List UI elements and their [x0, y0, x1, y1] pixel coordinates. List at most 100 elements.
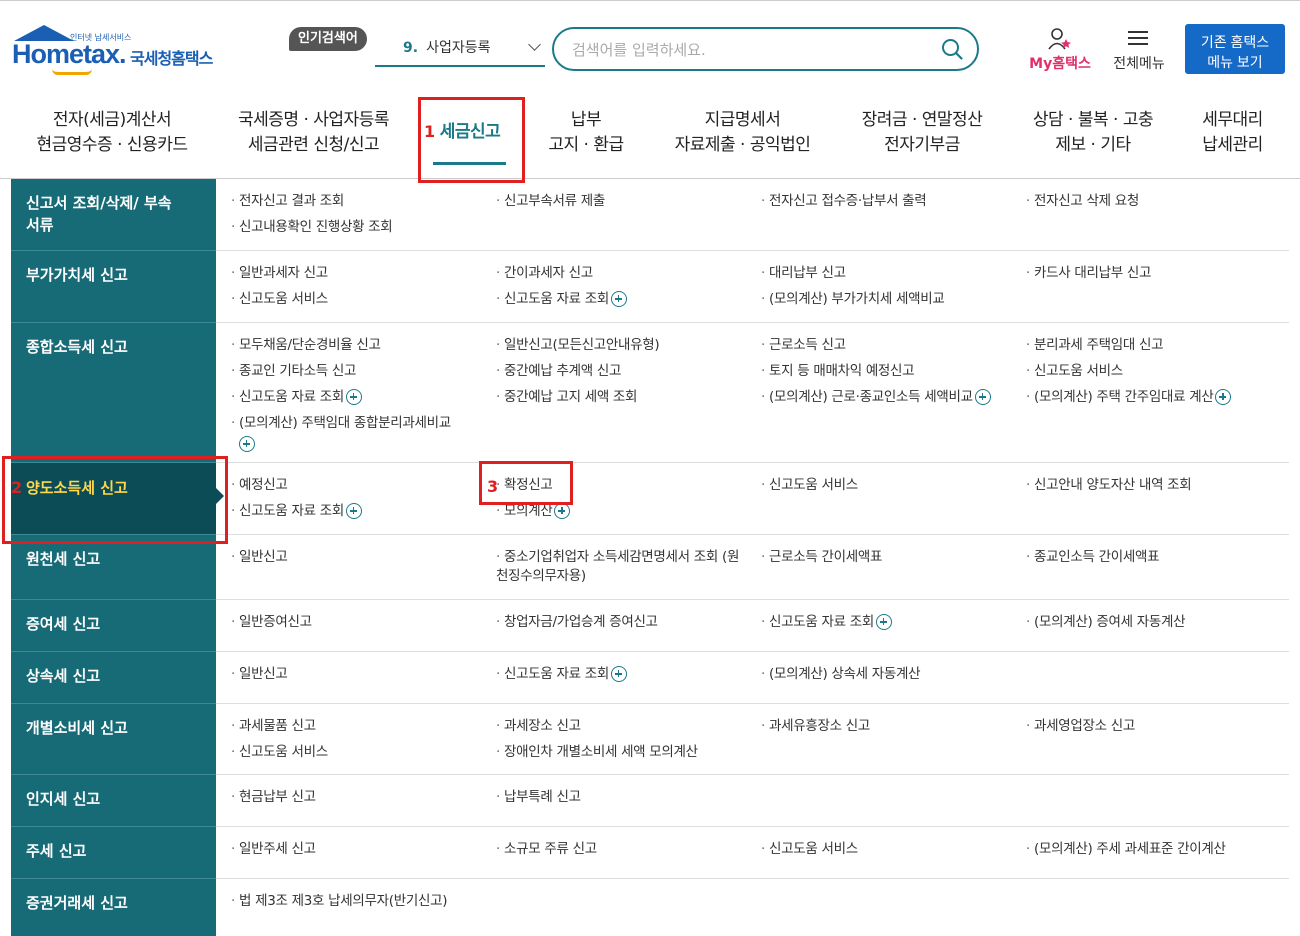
global-nav: 전자(세금)계산서 현금영수증 · 신용카드 국세증명 · 사업자등록 세금관련 신…: [0, 90, 1300, 179]
category-income-tax[interactable]: 종합소득세 신고: [11, 323, 216, 463]
list-item[interactable]: (모의계산) 부가가치세 세액비교: [761, 290, 1023, 309]
list-item[interactable]: 신고도움 서비스: [1026, 362, 1288, 381]
list-item[interactable]: (모의계산) 주택임대 종합분리과세비교: [231, 414, 493, 454]
list-item[interactable]: 일반신고: [231, 548, 493, 567]
gnb-consult[interactable]: 상담 · 불복 · 고충 제보 · 기타: [1018, 108, 1168, 158]
my-prefix: My: [1029, 56, 1053, 72]
gnb-tax-agent[interactable]: 세무대리 납세관리: [1190, 108, 1275, 158]
logo-smile-icon: [52, 69, 92, 75]
list-item[interactable]: 신고도움 서비스: [761, 476, 1023, 495]
list-item[interactable]: 신고도움 서비스: [761, 840, 1023, 859]
list-item[interactable]: 신고도움 서비스: [231, 743, 493, 762]
list-item[interactable]: 과세장소 신고: [496, 717, 758, 736]
list-item[interactable]: 신고도움 자료 조회: [231, 502, 493, 521]
logo-main: Hometax.: [12, 39, 127, 69]
list-item[interactable]: 간이과세자 신고: [496, 264, 758, 283]
list-item[interactable]: 현금납부 신고: [231, 788, 493, 807]
gnb-payment-statement[interactable]: 지급명세서 자료제출 · 공익법인: [660, 108, 825, 158]
list-item[interactable]: 중소기업취업자 소득세감면명세서 조회 (원천징수의무자용): [496, 548, 746, 586]
category-liquor-tax[interactable]: 주세 신고: [11, 827, 216, 879]
list-item[interactable]: 분리과세 주택임대 신고: [1026, 336, 1288, 355]
list-item[interactable]: 예정신고: [231, 476, 493, 495]
list-item[interactable]: 신고도움 자료 조회: [496, 665, 758, 684]
list-item[interactable]: 신고내용확인 진행상황 조회: [231, 218, 493, 237]
logo-kr: 국세청홈택스: [130, 49, 213, 68]
list-item[interactable]: 신고도움 자료 조회: [231, 388, 493, 407]
plus-circle-icon[interactable]: [610, 666, 627, 682]
list-item[interactable]: 종교인 기타소득 신고: [231, 362, 493, 381]
list-item[interactable]: 법 제3조 제3호 납세의무자(반기신고): [231, 892, 493, 911]
list-item[interactable]: 모두채움/단순경비율 신고: [231, 336, 493, 355]
list-item[interactable]: 신고안내 양도자산 내역 조회: [1026, 476, 1288, 495]
category-stamp-tax[interactable]: 인지세 신고: [11, 775, 216, 827]
list-item[interactable]: 납부특례 신고: [496, 788, 758, 807]
annotation-number-3: 3: [487, 477, 499, 496]
list-item[interactable]: 소규모 주류 신고: [496, 840, 758, 859]
list-item[interactable]: (모의계산) 근로·종교인소득 세액비교: [761, 388, 1023, 407]
list-item[interactable]: (모의계산) 증여세 자동계산: [1026, 613, 1288, 632]
list-item[interactable]: (모의계산) 주세 과세표준 간이계산: [1026, 840, 1288, 859]
list-item[interactable]: 신고도움 서비스: [231, 290, 493, 309]
search-input[interactable]: [572, 39, 932, 61]
category-return-inquiry[interactable]: 신고서 조회/삭제/ 부속서류: [11, 179, 216, 251]
old-hometax-menu-button[interactable]: 기존 홈택스 메뉴 보기: [1185, 24, 1285, 74]
list-item[interactable]: (모의계산) 주택 간주임대료 계산: [1026, 388, 1288, 407]
chevron-down-icon: [528, 38, 541, 51]
plus-circle-icon[interactable]: [554, 503, 571, 519]
list-item[interactable]: 신고도움 자료 조회: [496, 290, 758, 309]
submenu-row-stamp-tax: 인지세 신고 현금납부 신고 납부특례 신고: [11, 775, 1289, 827]
gnb-certificate[interactable]: 국세증명 · 사업자등록 세금관련 신청/신고: [226, 108, 401, 158]
list-item[interactable]: 중간예납 추계액 신고: [496, 362, 758, 381]
submenu-row-withholding: 원천세 신고 일반신고 중소기업취업자 소득세감면명세서 조회 (원천징수의무자…: [11, 535, 1289, 600]
category-vat[interactable]: 부가가치세 신고: [11, 251, 216, 323]
list-item[interactable]: 중간예납 고지 세액 조회: [496, 388, 758, 407]
submenu-panel: 신고서 조회/삭제/ 부속서류 전자신고 결과 조회 신고부속서류 제출 전자신…: [11, 179, 1289, 936]
gnb-incentive[interactable]: 장려금 · 연말정산 전자기부금: [847, 108, 997, 158]
list-item[interactable]: 토지 등 매매차익 예정신고: [761, 362, 1023, 381]
list-item[interactable]: 과세유흥장소 신고: [761, 717, 1023, 736]
list-item[interactable]: (모의계산) 상속세 자동계산: [761, 665, 1023, 684]
plus-circle-icon[interactable]: [875, 614, 892, 630]
hometax-logo[interactable]: 인터넷 납세서비스 Hometax. 국세청홈택스: [12, 25, 232, 77]
plus-circle-icon[interactable]: [345, 503, 362, 519]
list-item[interactable]: 과세영업장소 신고: [1026, 717, 1288, 736]
list-item[interactable]: 신고부속서류 제출: [496, 192, 758, 211]
hamburger-icon: [1128, 31, 1148, 45]
popular-search-select[interactable]: 9. 사업자등록: [375, 35, 545, 67]
gnb-payment[interactable]: 납부 고지 · 환급: [536, 108, 636, 158]
category-gift-tax[interactable]: 증여세 신고: [11, 600, 216, 652]
plus-circle-icon[interactable]: [610, 291, 627, 307]
gnb-e-invoice[interactable]: 전자(세금)계산서 현금영수증 · 신용카드: [22, 108, 202, 158]
list-item[interactable]: 일반과세자 신고: [231, 264, 493, 283]
category-excise-tax[interactable]: 개별소비세 신고: [11, 704, 216, 775]
list-item[interactable]: 전자신고 삭제 요청: [1026, 192, 1288, 211]
list-item[interactable]: 근로소득 간이세액표: [761, 548, 1023, 567]
search-icon[interactable]: [941, 38, 963, 60]
list-item[interactable]: 전자신고 결과 조회: [231, 192, 493, 211]
list-item[interactable]: 일반신고(모든신고안내유형): [496, 336, 758, 355]
list-item[interactable]: 일반주세 신고: [231, 840, 493, 859]
all-menu-button[interactable]: 전체메뉴: [1106, 27, 1172, 77]
list-item[interactable]: 일반신고: [231, 665, 493, 684]
category-securities-tax[interactable]: 증권거래세 신고: [11, 879, 216, 936]
list-item[interactable]: 창업자금/가업승계 증여신고: [496, 613, 758, 632]
plus-circle-icon[interactable]: [974, 389, 991, 405]
list-item[interactable]: 카드사 대리납부 신고: [1026, 264, 1288, 283]
list-item[interactable]: 대리납부 신고: [761, 264, 1023, 283]
category-inheritance-tax[interactable]: 상속세 신고: [11, 652, 216, 704]
list-item[interactable]: 종교인소득 간이세액표: [1026, 548, 1288, 567]
all-menu-label: 전체메뉴: [1113, 56, 1165, 72]
category-withholding[interactable]: 원천세 신고: [11, 535, 216, 600]
list-item[interactable]: 신고도움 자료 조회: [761, 613, 1023, 632]
plus-circle-icon[interactable]: [1215, 389, 1232, 405]
list-item[interactable]: 근로소득 신고: [761, 336, 1023, 355]
annotation-number-2: 2: [11, 478, 23, 497]
list-item[interactable]: 장애인차 개별소비세 세액 모의계산: [496, 743, 758, 762]
list-item[interactable]: 일반증여신고: [231, 613, 493, 632]
plus-circle-icon[interactable]: [239, 436, 255, 452]
list-item[interactable]: 전자신고 접수증·납부서 출력: [761, 192, 1023, 211]
popular-term: 사업자등록: [426, 40, 491, 56]
my-hometax-button[interactable]: My홈택스: [1024, 27, 1096, 77]
plus-circle-icon[interactable]: [345, 389, 362, 405]
list-item[interactable]: 과세물품 신고: [231, 717, 493, 736]
